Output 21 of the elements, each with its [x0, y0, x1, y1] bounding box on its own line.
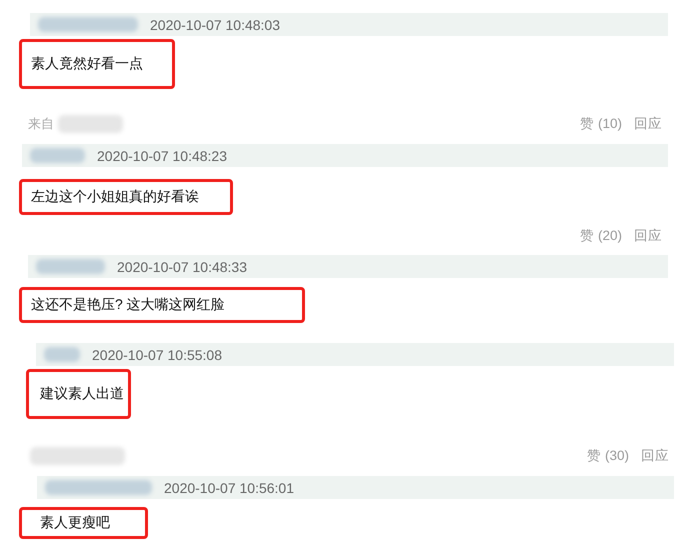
blurred-name: [36, 259, 105, 274]
like-link[interactable]: 赞 (20): [580, 227, 622, 245]
comment-text: 左边这个小姐姐真的好看诶: [31, 188, 199, 206]
reply-link[interactable]: 回应: [641, 447, 669, 465]
reply-link[interactable]: 回应: [634, 115, 662, 133]
comment-text: 建议素人出道: [40, 385, 124, 403]
comment-time: 2020-10-07 10:56:01: [164, 480, 294, 496]
like-link[interactable]: 赞 (10): [580, 115, 622, 133]
like-link[interactable]: 赞 (30): [587, 447, 629, 465]
blurred-source: [58, 115, 123, 133]
comment-text: 素人更瘦吧: [40, 514, 110, 532]
comment-text: 这还不是艳压? 这大嘴这网红脸: [31, 296, 225, 314]
comment-time: 2020-10-07 10:48:33: [117, 258, 247, 274]
blurred-name: [30, 148, 85, 163]
comment-time: 2020-10-07 10:48:03: [150, 16, 280, 32]
blurred-name: [44, 347, 80, 362]
source-label: 来自: [28, 115, 54, 133]
comment-time: 2020-10-07 10:48:23: [97, 148, 227, 164]
reply-link[interactable]: 回应: [634, 227, 662, 245]
comment-time: 2020-10-07 10:55:08: [92, 346, 222, 362]
comment-text: 素人竟然好看一点: [31, 55, 143, 73]
